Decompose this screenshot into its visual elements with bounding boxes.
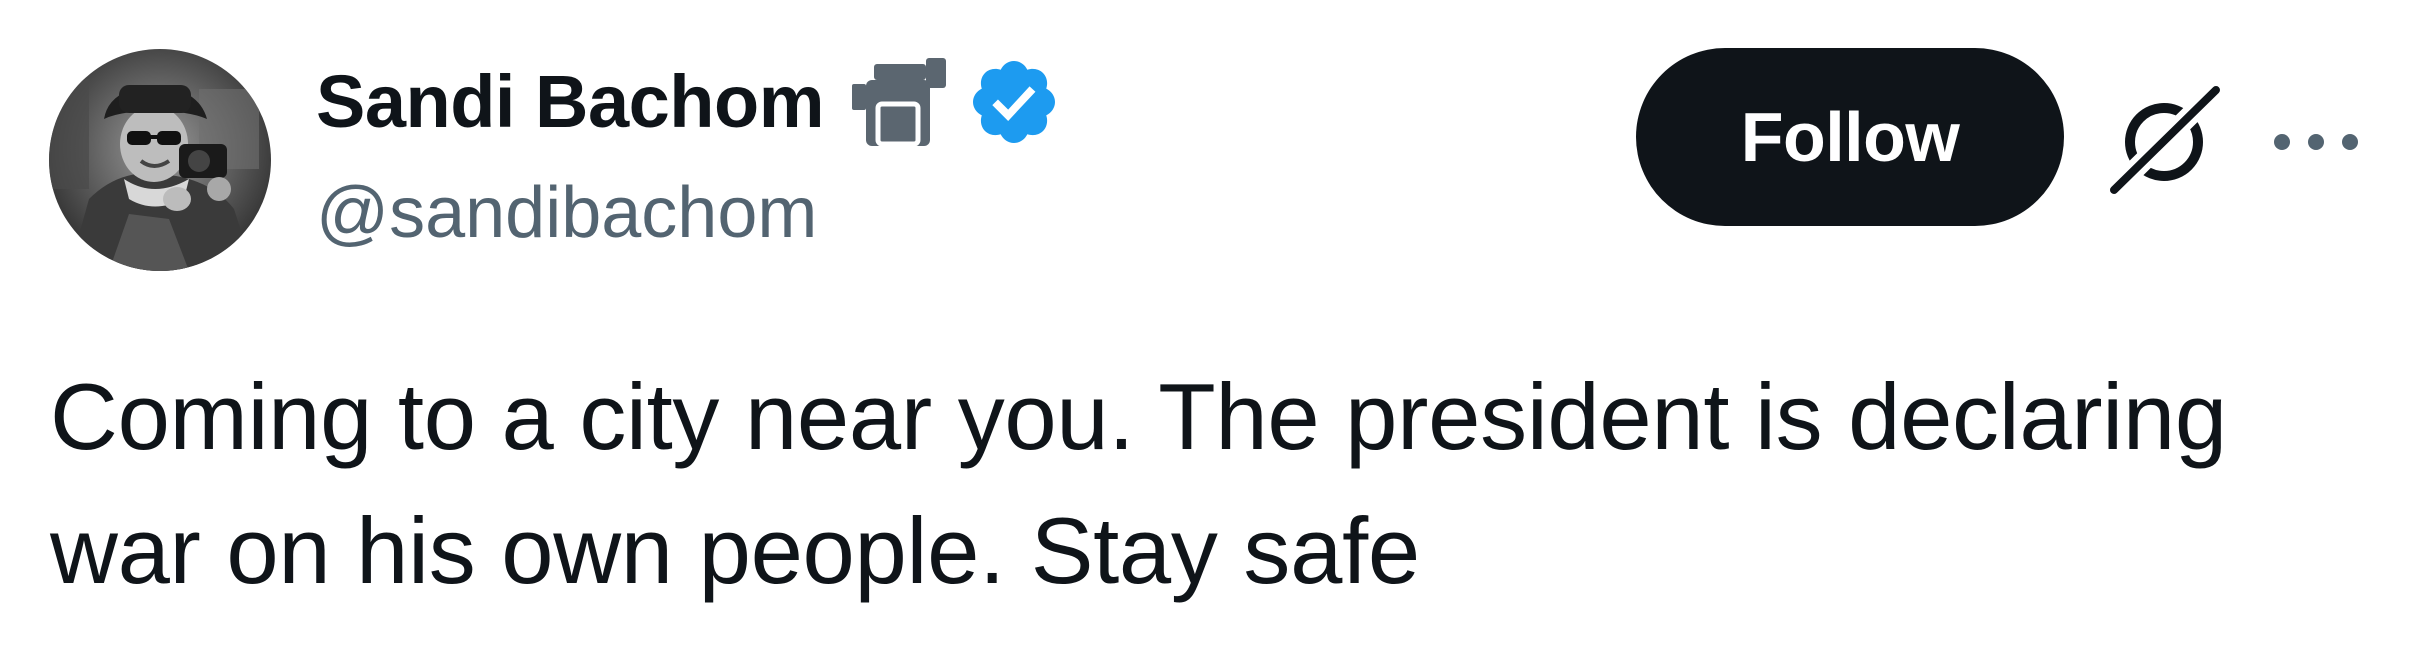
tweet-text: Coming to a city near you. The president… [50,364,2227,603]
verified-badge-icon[interactable] [966,54,1062,150]
author-name-row: Sandi Bachom [316,52,1062,152]
author-handle[interactable]: @sandibachom [316,168,817,258]
more-options-icon[interactable] [2268,122,2364,162]
follow-button[interactable]: Follow [1636,48,2064,226]
grok-icon[interactable] [2106,86,2224,194]
avatar[interactable] [49,49,271,271]
video-camera-icon [852,58,946,147]
author-display-name[interactable]: Sandi Bachom [316,52,825,152]
